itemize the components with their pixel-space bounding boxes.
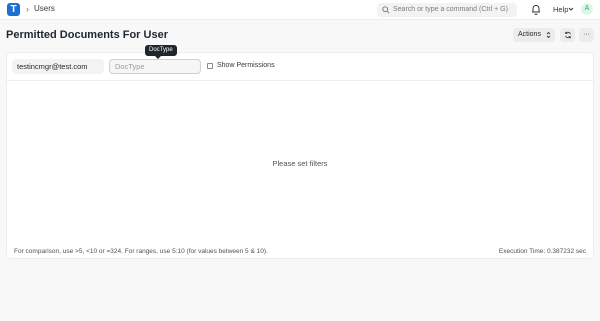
search-placeholder: Search or type a command (Ctrl + G) — [393, 6, 508, 13]
report-footer: For comparison, use >5, <10 or =324. For… — [7, 243, 593, 259]
navbar: T › Users Search or type a command (Ctrl… — [0, 0, 600, 20]
avatar[interactable]: A — [581, 3, 593, 15]
refresh-icon — [564, 31, 571, 39]
search-icon — [382, 6, 390, 14]
help-menu[interactable]: Help — [553, 4, 568, 16]
filter-hint-text: For comparison, use >5, <10 or =324. For… — [14, 248, 268, 255]
doctype-tooltip: DocType — [145, 45, 177, 56]
notification-bell-icon[interactable] — [531, 4, 541, 15]
execution-time: Execution Time: 0.387232 sec — [498, 248, 586, 255]
actions-label: Actions — [518, 31, 541, 38]
empty-state-message: Please set filters — [272, 159, 328, 168]
more-options-button[interactable]: ··· — [579, 28, 594, 42]
chevron-updown-icon — [546, 31, 551, 39]
breadcrumb-separator: › — [26, 4, 29, 14]
show-permissions-checkbox[interactable] — [207, 63, 213, 69]
doctype-filter-field[interactable]: DocType — [109, 59, 201, 74]
refresh-button[interactable] — [560, 28, 575, 42]
page-title: Permitted Documents For User — [6, 29, 168, 41]
filter-bar: testincmgr@test.com DocType DocType Show… — [7, 45, 593, 81]
report-card: testincmgr@test.com DocType DocType Show… — [6, 45, 594, 259]
show-permissions-label[interactable]: Show Permissions — [217, 61, 275, 71]
search-bar[interactable]: Search or type a command (Ctrl + G) — [377, 3, 517, 17]
user-filter-field[interactable]: testincmgr@test.com — [12, 59, 104, 74]
app-logo[interactable]: T — [7, 3, 20, 16]
chevron-down-icon[interactable] — [568, 6, 574, 12]
breadcrumb-users[interactable]: Users — [34, 3, 55, 15]
actions-button[interactable]: Actions — [513, 28, 555, 42]
